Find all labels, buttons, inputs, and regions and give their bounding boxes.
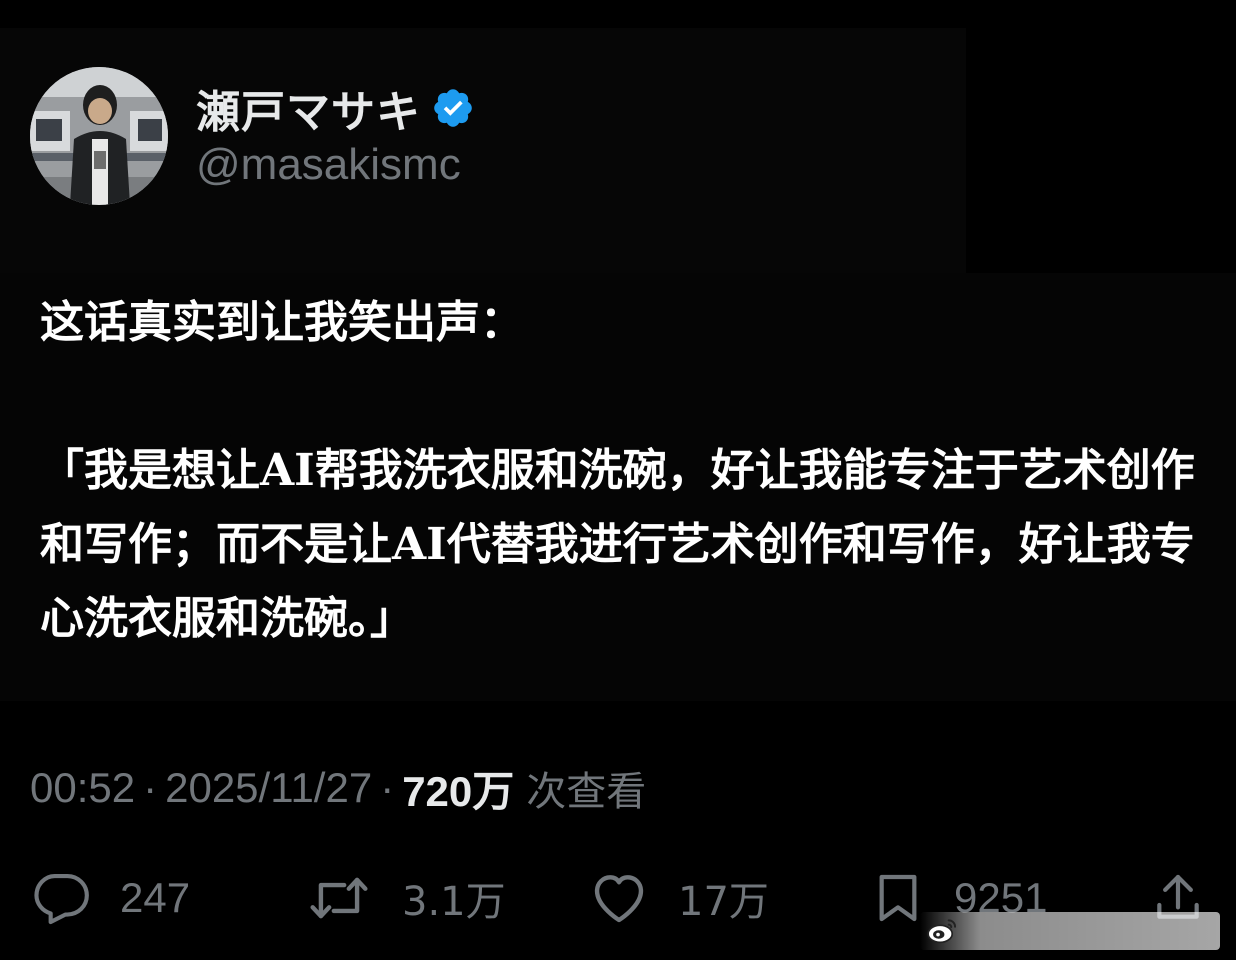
display-name[interactable]: 瀬戸マサキ <box>196 76 421 140</box>
tweet-meta: 00:52 · 2025/11/27 · 720万 次查看 <box>30 760 646 816</box>
weibo-watermark <box>920 912 1220 950</box>
tweet-time[interactable]: 00:52 <box>30 764 135 812</box>
meta-separator: · <box>143 764 158 811</box>
bookmark-icon <box>879 874 917 922</box>
weibo-logo-icon <box>927 919 957 944</box>
retweet-icon <box>310 877 368 919</box>
verified-badge-icon <box>434 89 472 127</box>
views-count: 720万 <box>402 767 515 815</box>
user-handle[interactable]: @masakismc <box>196 140 461 190</box>
heart-icon <box>594 875 644 923</box>
avatar[interactable] <box>30 67 168 205</box>
retweet-count: 3.1万 <box>402 879 506 925</box>
tweet-date[interactable]: 2025/11/27 <box>165 764 372 812</box>
meta-separator: · <box>380 764 395 811</box>
like-count: 17万 <box>678 879 769 925</box>
display-name-row[interactable]: 瀬戸マサキ <box>196 80 475 138</box>
avatar-photo <box>30 67 168 205</box>
views-label: 次查看 <box>526 769 647 815</box>
reply-count: 247 <box>120 874 191 921</box>
reply-button[interactable]: 247 <box>30 862 190 934</box>
reply-icon <box>34 873 89 925</box>
like-button[interactable]: 17万 <box>588 862 769 934</box>
tweet-text: 这话真实到让我笑出声： 「我是想让AI帮我洗衣服和洗碗，好让我能专注于艺术创作和… <box>40 297 1195 644</box>
retweet-button[interactable]: 3.1万 <box>304 862 506 934</box>
